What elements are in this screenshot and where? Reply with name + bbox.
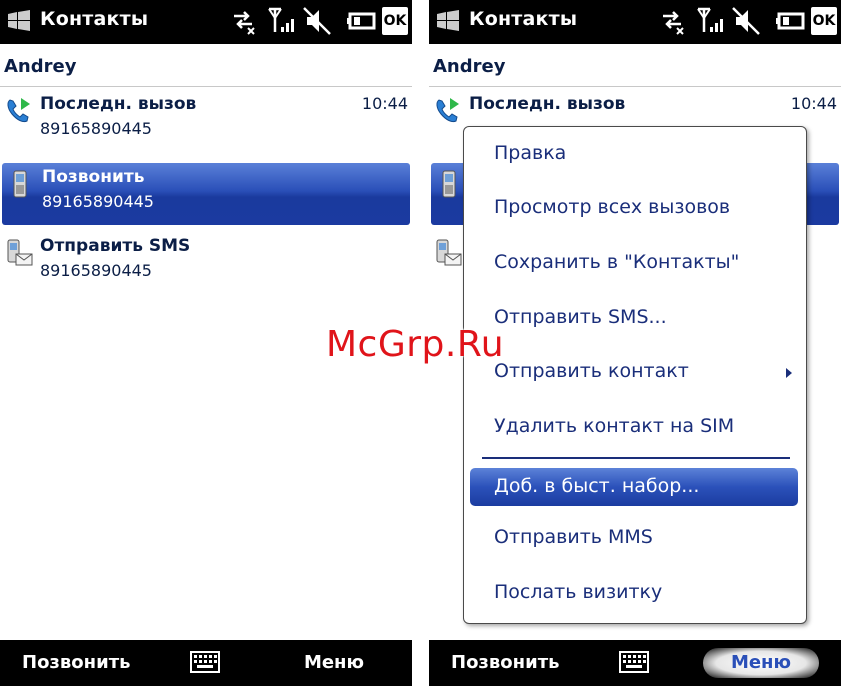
volume-muted-icon[interactable] [731, 6, 761, 36]
soft-key-bar: Позвонить Меню [429, 640, 841, 686]
signal-strength-icon[interactable] [695, 6, 725, 36]
divider [0, 86, 412, 87]
menu-item-delete-sim-contact[interactable]: Удалить контакт на SIM [494, 415, 734, 437]
call-time: 10:44 [790, 94, 837, 113]
keyboard-icon[interactable] [619, 651, 649, 673]
item-label: Последн. вызов [469, 94, 626, 114]
battery-icon[interactable] [775, 6, 807, 36]
watermark: McGrp.Ru [326, 324, 505, 365]
menu-softkey[interactable]: Меню [304, 652, 364, 673]
menu-item-add-speed-dial[interactable]: Доб. в быст. набор... [470, 468, 798, 506]
phone-call-icon [436, 98, 459, 123]
context-menu: Правка Просмотр всех вызовов Сохранить в… [463, 126, 807, 624]
signal-strength-icon[interactable] [266, 6, 296, 36]
connectivity-icon[interactable] [657, 6, 687, 36]
menu-item-send-vcard[interactable]: Послать визитку [494, 581, 662, 603]
contact-name: Andrey [433, 56, 506, 77]
menu-item-save-to-contacts[interactable]: Сохранить в "Контакты" [494, 251, 739, 273]
windows-start-icon[interactable] [6, 9, 32, 33]
menu-item-label: Доб. в быст. набор... [494, 475, 700, 497]
ok-button[interactable]: OK [811, 7, 837, 35]
mobile-phone-icon [13, 170, 27, 198]
volume-muted-icon[interactable] [302, 6, 332, 36]
connectivity-icon[interactable] [228, 6, 258, 36]
phone-call-icon [7, 98, 30, 123]
sms-icon [436, 239, 462, 266]
call-time: 10:44 [361, 94, 408, 113]
call-item[interactable]: Позвонить 89165890445 [2, 163, 410, 225]
phone-number: 89165890445 [42, 192, 154, 211]
keyboard-icon[interactable] [190, 651, 220, 673]
item-label: Отправить SMS [40, 236, 191, 256]
item-label: Последн. вызов [40, 94, 197, 114]
app-title: Контакты [469, 8, 578, 30]
menu-item-send-mms[interactable]: Отправить MMS [494, 526, 653, 548]
menu-item-send-contact[interactable]: Отправить контакт [494, 360, 689, 382]
contact-name: Andrey [4, 56, 77, 77]
submenu-arrow-icon [786, 368, 792, 378]
item-label: Позвонить [42, 167, 145, 187]
title-bar: Контакты OK [0, 0, 412, 44]
app-title: Контакты [40, 8, 149, 30]
divider [429, 86, 841, 87]
soft-key-bar: Позвонить Меню [0, 640, 412, 686]
ok-button[interactable]: OK [382, 7, 408, 35]
title-bar: Контакты OK [429, 0, 841, 44]
windows-start-icon[interactable] [435, 9, 461, 33]
phone-number: 89165890445 [40, 261, 152, 280]
call-softkey[interactable]: Позвонить [22, 652, 131, 673]
call-softkey[interactable]: Позвонить [451, 652, 560, 673]
phone-number: 89165890445 [40, 119, 152, 138]
menu-item-send-sms[interactable]: Отправить SMS... [494, 306, 667, 328]
battery-icon[interactable] [346, 6, 378, 36]
last-call-item[interactable]: Последн. вызов 10:44 89165890445 [0, 90, 412, 152]
sms-icon [7, 239, 33, 266]
mobile-phone-icon [442, 170, 456, 198]
menu-item-edit[interactable]: Правка [494, 142, 566, 164]
send-sms-item[interactable]: Отправить SMS 89165890445 [0, 232, 412, 294]
menu-softkey[interactable]: Меню [702, 648, 819, 678]
menu-item-view-all-calls[interactable]: Просмотр всех вызовов [494, 196, 730, 218]
menu-separator [482, 457, 790, 459]
